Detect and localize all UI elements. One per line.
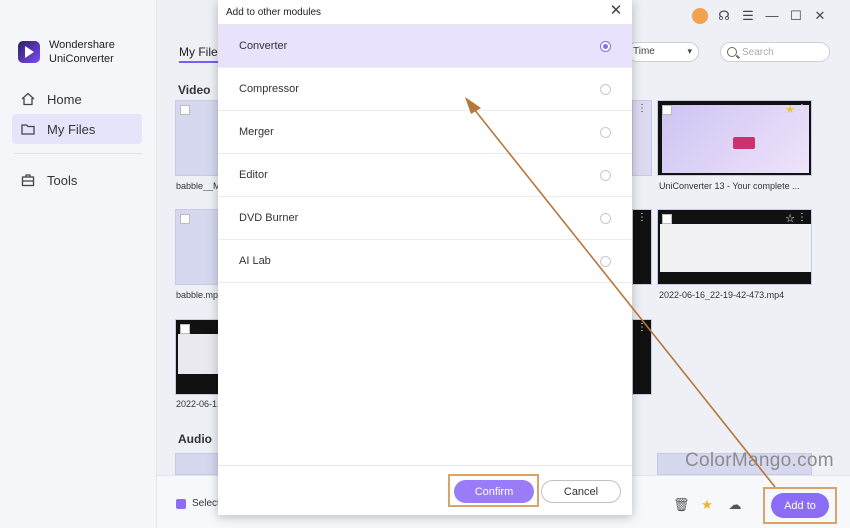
thumbnail-checkbox[interactable] [180,324,190,334]
radio-icon[interactable] [600,170,611,181]
video-thumbnail[interactable]: ☆ ⋮ [657,209,812,285]
tab-my-files[interactable]: My Files [179,45,224,63]
sidebar: Wondershare UniConverter Home My Files T… [0,0,157,528]
window-controls: ☊ ☰ — ☐ ✕ [692,8,828,24]
thumbnail-caption: 2022-06-16_22-19-42-473.mp4 [659,290,785,300]
option-label: Compressor [239,83,299,95]
home-icon [21,92,35,106]
brand-line-1: Wondershare [49,39,115,51]
video-thumbnail[interactable]: ⋮ [632,319,652,395]
brand-line-2: UniConverter [49,53,114,65]
thumbnail-caption: babble.mp [176,290,218,300]
option-dvd-burner[interactable]: DVD Burner [218,197,632,240]
add-to-highlight [763,487,837,524]
search-placeholder: Search [742,47,774,58]
more-icon[interactable]: ⋮ [637,323,647,333]
confirm-highlight [448,474,539,507]
sort-value: Time [633,46,655,57]
star-icon[interactable]: ★ [785,103,795,116]
sidebar-item-label: Home [47,91,82,107]
menu-icon[interactable]: ☰ [740,8,756,24]
toolbox-icon [21,174,35,187]
avatar[interactable] [692,8,708,24]
radio-icon[interactable] [600,84,611,95]
close-window-icon[interactable]: ✕ [812,8,828,24]
thumbnail-checkbox[interactable] [662,105,672,115]
sidebar-item-my-files[interactable]: My Files [12,114,142,144]
option-label: Converter [239,40,288,52]
thumbnail-checkbox[interactable] [662,214,672,224]
chevron-down-icon: ▾ [687,46,692,56]
dialog-footer: Confirm Cancel [218,465,632,515]
uniconverter-logo-icon [18,41,40,63]
section-video: Video [178,83,211,97]
close-icon[interactable]: ✕ [608,3,624,19]
video-thumbnail[interactable]: ⋮ [632,209,652,285]
radio-icon[interactable] [600,256,611,267]
sidebar-item-label: Tools [47,172,78,188]
star-outline-icon[interactable]: ☆ [785,212,795,225]
add-to-modules-dialog: Add to other modules ✕ Converter Compres… [218,0,632,515]
radio-selected-icon[interactable] [600,41,611,52]
sidebar-item-tools[interactable]: Tools [12,165,142,195]
section-audio: Audio [178,432,212,446]
sort-select[interactable]: Time ▾ [627,42,699,62]
option-ai-lab[interactable]: AI Lab [218,240,632,283]
more-icon[interactable]: ⋮ [637,213,647,223]
folder-icon [21,124,35,135]
sidebar-item-label: My Files [47,121,96,137]
checkbox-icon [176,498,186,509]
option-editor[interactable]: Editor [218,154,632,197]
maximize-icon[interactable]: ☐ [788,8,804,24]
option-label: Merger [239,126,274,138]
dialog-title: Add to other modules [226,7,322,18]
more-icon[interactable]: ⋮ [797,213,807,223]
select-all-checkbox[interactable]: Select [176,498,220,509]
star-icon[interactable]: ★ [700,498,714,512]
radio-icon[interactable] [600,127,611,138]
sidebar-divider [14,153,142,154]
video-thumbnail[interactable]: ⋮ [632,100,652,176]
trash-icon[interactable]: 🗑 [673,498,690,512]
option-compressor[interactable]: Compressor [218,68,632,111]
watermark: ColorMango.com [685,450,834,471]
thumbnail-checkbox[interactable] [180,214,190,224]
app-logo: Wondershare UniConverter [18,38,115,66]
more-icon[interactable]: ⋮ [797,104,807,114]
thumbnail-caption: 2022-06-1 [176,399,218,409]
radio-icon[interactable] [600,213,611,224]
option-merger[interactable]: Merger [218,111,632,154]
thumbnail-checkbox[interactable] [180,105,190,115]
thumbnail-caption: babble__M [176,181,218,191]
more-icon[interactable]: ⋮ [637,104,647,114]
dialog-header: Add to other modules ✕ [218,0,632,25]
cancel-button[interactable]: Cancel [541,480,621,503]
option-label: Editor [239,169,268,181]
search-icon [727,47,737,57]
option-converter[interactable]: Converter [218,25,632,68]
sidebar-item-home[interactable]: Home [12,84,142,114]
headset-icon[interactable]: ☊ [716,8,732,24]
cloud-upload-icon[interactable]: ☁ [728,498,742,512]
thumbnail-caption: UniConverter 13 - Your complete ... [659,181,800,191]
select-label: Select [192,498,220,509]
search-input[interactable]: Search [720,42,830,62]
option-label: DVD Burner [239,212,299,224]
option-label: AI Lab [239,255,271,267]
minimize-icon[interactable]: — [764,8,780,24]
video-thumbnail[interactable]: ★ ⋮ [657,100,812,176]
